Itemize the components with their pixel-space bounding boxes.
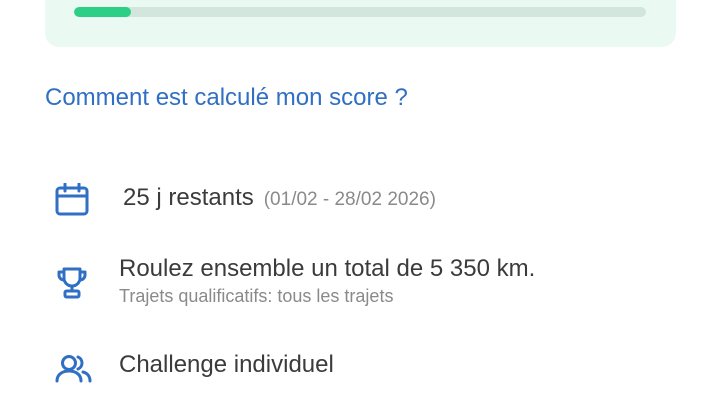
calendar-icon: [54, 183, 94, 223]
remaining-days-row: 25 j restants (01/02 - 28/02 2026): [54, 183, 436, 223]
challenge-type-row: Challenge individuel: [54, 350, 334, 394]
progress-bar-fill: [74, 7, 132, 17]
goal-row: Roulez ensemble un total de 5 350 km. Tr…: [54, 254, 535, 308]
challenge-period: (01/02 - 28/02 2026): [263, 189, 436, 210]
trophy-icon: [54, 254, 94, 306]
qualifying-trips-label: Trajets qualificatifs: tous les trajets: [119, 286, 394, 306]
goal-label: Roulez ensemble un total de 5 350 km.: [119, 255, 536, 282]
progress-card: [45, 0, 676, 47]
challenge-details-page: Comment est calculé mon score ? 25 j res…: [0, 0, 720, 400]
users-icon: [54, 350, 94, 394]
progress-bar: [74, 7, 646, 17]
score-calculation-link[interactable]: Comment est calculé mon score ?: [45, 84, 408, 112]
challenge-type-label: Challenge individuel: [119, 351, 334, 378]
remaining-days-label: 25 j restants: [123, 184, 254, 211]
